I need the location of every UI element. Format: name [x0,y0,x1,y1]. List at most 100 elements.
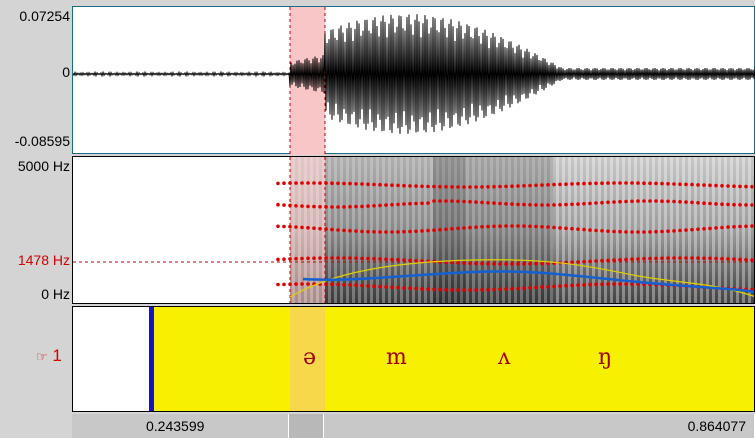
formant-dot [384,230,388,234]
formant-dot [672,229,676,233]
spectrogram-panel[interactable] [72,156,755,304]
formant-dot [432,228,436,232]
formant-dot [582,283,586,287]
formant-dot [372,182,376,187]
formant-dot [300,204,304,208]
formant-dot [294,181,298,185]
formant-dot [456,199,460,204]
formant-dot [486,287,490,292]
tier-boundary[interactable] [149,307,154,411]
formant-dot [600,181,604,185]
formant-dot [642,181,646,185]
formant-dot [330,181,334,185]
interval-annotated[interactable] [154,307,754,411]
formant-dot [600,258,604,263]
formant-dot [282,203,286,207]
formant-dot [744,224,748,229]
formant-dot [750,258,754,262]
formant-dot [348,181,352,186]
formant-dot [438,287,442,292]
formant-dot [402,202,406,206]
formant-dot [288,282,292,286]
formant-dot [342,256,346,260]
formant-dot [408,201,412,206]
formant-dot [594,228,598,233]
time-selection-box[interactable] [289,414,324,438]
formant-dot [492,262,496,266]
formant-dot [720,184,724,188]
formant-dot [432,199,436,203]
time-bar[interactable]: 0.243599 0.864077 [72,414,755,438]
waveform-panel[interactable] [72,6,755,155]
formant-dot [540,261,544,266]
formant-dot [690,182,694,187]
formant-dot [534,285,538,290]
formant-dot [510,287,514,291]
formant-dot [588,259,592,264]
formant-dot [594,181,598,186]
formant-dot [684,228,688,232]
formant-dot [306,282,310,286]
formant-dot [732,225,736,229]
formant-dot [330,256,334,260]
formant-dot [612,200,616,204]
formant-dot [642,199,646,203]
formant-dot [690,200,694,205]
tier-label[interactable]: ☞ 1 [36,346,62,366]
formant-dot [534,203,538,207]
formant-dot [606,181,610,185]
formant-dot [750,203,754,207]
formant-dot [324,256,328,260]
formant-dot [522,202,526,207]
time-right-box[interactable]: 0.864077 [324,414,755,438]
formant-dot [660,229,664,234]
formant-dot [486,185,490,189]
formant-dot [636,257,640,261]
formant-dot [360,182,364,186]
formant-dot [336,282,340,287]
formant-dot [456,226,460,231]
formant-dot [390,285,394,290]
formant-dot [390,202,394,207]
formant-dot [342,205,346,209]
formant-dot [738,224,742,229]
formant-dot [474,261,478,266]
formant-dot [720,202,724,206]
formant-dot [528,286,532,290]
formant-dot [372,204,376,208]
formant-dot [696,201,700,205]
formant-dot [498,184,502,189]
formant-dot [510,262,514,266]
interval-empty[interactable] [73,307,150,411]
formant-dot [438,184,442,189]
formant-dot [486,224,490,229]
formant-dot [426,184,430,189]
formant-dot [354,229,358,233]
formant-dot [582,181,586,186]
formant-dot [510,202,514,206]
spectrogram-top-label: 5000 Hz [17,158,70,174]
formant-dot [540,203,544,207]
formant-dot [564,283,568,288]
formant-dot [714,202,718,206]
formant-dot [396,230,400,234]
formant-dot [666,199,670,204]
formant-dot [432,287,436,292]
formant-dot [750,184,754,189]
formant-dot [366,204,370,208]
formant-dot [450,288,454,292]
formant-dot [678,200,682,204]
formant-dot [618,199,622,204]
textgrid-tier[interactable]: ə m ʌ ŋ [72,306,755,412]
time-left-box[interactable]: 0.243599 [72,414,289,438]
formant-dot [552,182,556,187]
formant-dot [432,184,436,189]
formant-dot [342,282,346,287]
formant-dot [288,257,292,261]
formant-dot [576,227,580,231]
formant-dot [624,282,628,286]
formant-dot [438,227,442,232]
formant-dot [522,262,526,266]
formant-dot [552,203,556,207]
formant-dot [732,202,736,207]
